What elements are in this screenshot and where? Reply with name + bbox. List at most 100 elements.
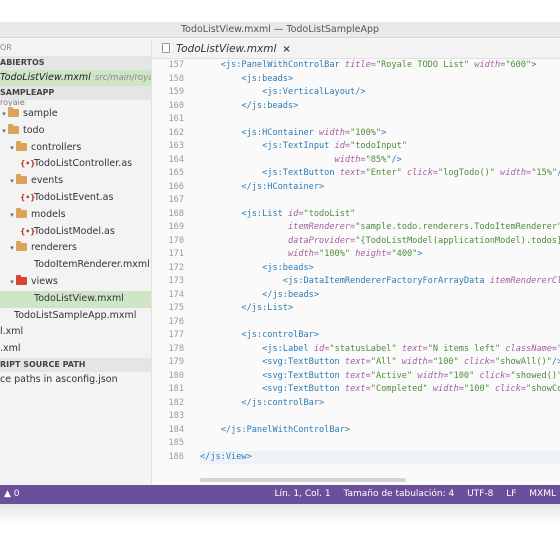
line-number: 157 bbox=[168, 60, 184, 70]
tree-item-label: models bbox=[31, 208, 66, 220]
line-number: 183 bbox=[168, 411, 184, 421]
code-line: width="85%"/> bbox=[334, 154, 402, 165]
code-line: <js:controlBar> bbox=[241, 330, 320, 340]
window-shadow bbox=[0, 504, 560, 524]
folder-icon bbox=[16, 207, 27, 218]
tree-item-label: todo bbox=[23, 124, 45, 136]
line-number: 162 bbox=[168, 127, 184, 138]
folder-icon bbox=[16, 140, 27, 151]
tree-item[interactable]: .xml bbox=[0, 341, 151, 358]
script-source-section[interactable]: RIPT SOURCE PATH bbox=[0, 357, 151, 372]
status-right: Lín. 1, Col. 1 Tamaño de tabulación: 4 U… bbox=[264, 485, 556, 504]
code-line: width="100%" height="400"> bbox=[287, 249, 423, 259]
code-line: <js:DataItemRendererFactoryForArrayData … bbox=[282, 276, 560, 286]
file-icon bbox=[162, 43, 170, 53]
line-number: 164 bbox=[168, 154, 184, 165]
tree-item[interactable]: ▾ events bbox=[0, 173, 151, 190]
code-line: </js:HContainer> bbox=[241, 181, 325, 192]
open-editor-item[interactable]: TodoListView.mxmlsrc/main/royale/... bbox=[0, 70, 151, 86]
chevron-down-icon[interactable]: ▾ bbox=[8, 140, 16, 157]
horizontal-scrollbar[interactable] bbox=[200, 478, 406, 482]
tree-item[interactable]: ▾ views bbox=[0, 274, 151, 291]
open-editor-name: TodoListView.mxml bbox=[0, 72, 91, 83]
encoding[interactable]: UTF-8 bbox=[467, 489, 493, 499]
line-number: 160 bbox=[168, 100, 184, 111]
tree-item[interactable]: ▾ models bbox=[0, 207, 151, 224]
tree-item-label: TodoListController.as bbox=[34, 158, 133, 170]
chevron-down-icon[interactable]: ▾ bbox=[0, 106, 8, 123]
code-line: <svg:TextButton text="All" width="100" c… bbox=[262, 357, 560, 367]
code-line: </js:List> bbox=[241, 303, 294, 313]
project-section[interactable]: SAMPLEAPP bbox=[0, 86, 151, 100]
file-tree: ▾ sample ▾ todo ▾ controllers {•}TodoListContr… bbox=[0, 106, 151, 358]
tree-item-label: TodoItemRenderer.mxml bbox=[34, 259, 150, 271]
tree-item[interactable]: TodoItemRenderer.mxml bbox=[0, 257, 151, 274]
tree-item-label: controllers bbox=[31, 141, 82, 153]
tree-item[interactable]: l.xml bbox=[0, 324, 151, 341]
code-line-current: </js:View> bbox=[200, 450, 560, 464]
tab-todolistview[interactable]: TodoListView.mxml × bbox=[152, 39, 291, 59]
code-editor: TodoListView.mxml × 157 158 159 160 161 162 163… bbox=[152, 39, 560, 485]
script-source-item[interactable]: ce paths in asconfig.json bbox=[0, 372, 151, 389]
line-number: 170 bbox=[168, 235, 184, 246]
tree-item[interactable]: ▾ renderers bbox=[0, 240, 151, 257]
tab-size[interactable]: Tamaño de tabulación: 4 bbox=[343, 489, 454, 499]
tree-item-label: TodoListView.mxml bbox=[34, 292, 124, 304]
code-area[interactable]: 157 158 159 160 161 162 163 164 165 166 167 168 169 1… bbox=[152, 59, 560, 485]
chevron-down-icon[interactable]: ▾ bbox=[0, 123, 8, 140]
tree-item-label: TodoListModel.as bbox=[34, 225, 115, 237]
open-editor-path: src/main/royale/... bbox=[94, 73, 151, 83]
line-number: 163 bbox=[168, 141, 184, 151]
tree-item[interactable]: TodoListView.mxml bbox=[0, 290, 151, 308]
language-mode[interactable]: MXML bbox=[529, 489, 556, 499]
chevron-down-icon[interactable]: ▾ bbox=[8, 274, 16, 291]
code-line: <js:HContainer width="100%"> bbox=[241, 127, 387, 138]
folder-icon bbox=[8, 123, 19, 134]
cursor-position[interactable]: Lín. 1, Col. 1 bbox=[274, 489, 330, 499]
code-line: </js:controlBar> bbox=[241, 397, 325, 408]
problems-indicator[interactable]: ▲ 0 bbox=[4, 485, 20, 504]
status-bar: ▲ 0 Lín. 1, Col. 1 Tamaño de tabulación:… bbox=[0, 485, 560, 504]
tree-item[interactable]: {•}TodoListController.as bbox=[0, 156, 151, 173]
line-number: 174 bbox=[168, 289, 184, 300]
line-number: 159 bbox=[168, 87, 184, 97]
line-number: 175 bbox=[168, 303, 184, 313]
open-editors-section[interactable]: ABIERTOS bbox=[0, 56, 151, 70]
tree-item-label: l.xml bbox=[0, 326, 24, 338]
tree-item[interactable]: ▾ todo bbox=[0, 123, 151, 140]
end-of-line[interactable]: LF bbox=[506, 489, 516, 499]
line-number: 171 bbox=[168, 249, 184, 259]
line-number: 182 bbox=[168, 397, 184, 408]
code-line: <js:beads> bbox=[241, 73, 294, 84]
tree-item-label: events bbox=[31, 175, 64, 187]
actionscript-file-icon: {•} bbox=[20, 192, 36, 202]
line-number: 178 bbox=[168, 343, 184, 354]
tree-item[interactable]: ▾ sample bbox=[0, 106, 151, 123]
chevron-down-icon[interactable]: ▾ bbox=[8, 240, 16, 257]
code-line: <js:TextInput id="todoInput" bbox=[262, 141, 407, 151]
code-line: <js:TextButton text="Enter" click="logTo… bbox=[262, 168, 560, 178]
code-line: <js:List id="todoList" bbox=[241, 208, 356, 219]
tab-label: TodoListView.mxml bbox=[176, 43, 277, 55]
chevron-down-icon[interactable]: ▾ bbox=[8, 207, 16, 224]
folder-icon bbox=[8, 107, 19, 117]
tree-item[interactable]: TodoListSampleApp.mxml bbox=[0, 308, 151, 325]
close-icon[interactable]: × bbox=[282, 44, 290, 55]
chevron-down-icon[interactable]: ▾ bbox=[8, 173, 16, 190]
code-line: <svg:TextButton text="Active" width="100… bbox=[262, 370, 560, 381]
tree-item-label: views bbox=[31, 275, 58, 287]
code-line: <svg:TextButton text="Completed" width="… bbox=[262, 384, 560, 394]
tree-item[interactable]: {•}TodoListModel.as bbox=[0, 224, 151, 241]
code-lines[interactable]: <js:PanelWithControlBar title="Royale TO… bbox=[200, 59, 560, 464]
line-number: 185 bbox=[168, 438, 184, 448]
tree-item-label: TodoListEvent.as bbox=[34, 191, 114, 203]
tree-item[interactable]: ▾ controllers bbox=[0, 140, 151, 157]
tree-item-label: .xml bbox=[0, 343, 21, 355]
code-line: <js:VerticalLayout/> bbox=[262, 87, 366, 97]
line-number: 176 bbox=[168, 316, 184, 327]
tree-item[interactable]: {•}TodoListEvent.as bbox=[0, 190, 151, 207]
line-number: 184 bbox=[168, 424, 184, 435]
